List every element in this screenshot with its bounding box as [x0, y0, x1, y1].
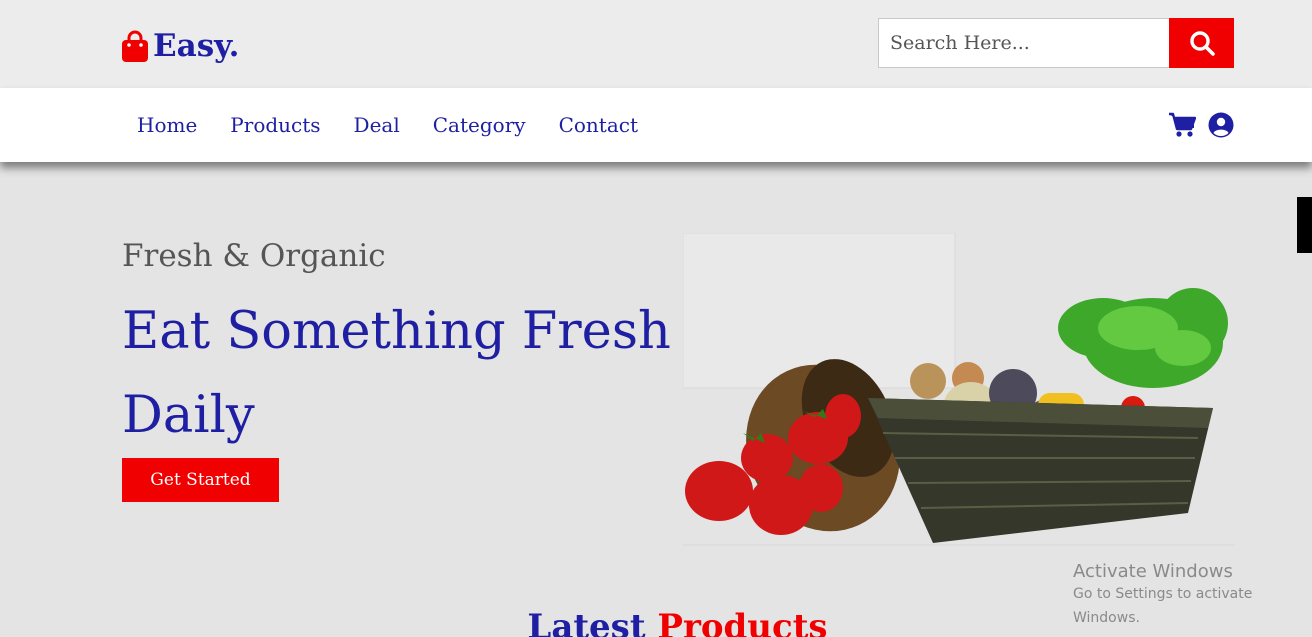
main-navbar: Home Products Deal Category Contact	[0, 88, 1312, 162]
search-input[interactable]	[878, 18, 1169, 68]
nav-link-products[interactable]: Products	[230, 112, 320, 138]
get-started-button[interactable]: Get Started	[122, 458, 279, 502]
brand-name: Easy.	[153, 28, 240, 64]
nav-link-deal[interactable]: Deal	[354, 112, 400, 138]
shopping-bag-icon	[122, 30, 148, 62]
search-button[interactable]	[1169, 18, 1234, 68]
nav-link-category[interactable]: Category	[433, 112, 526, 138]
fruits-vegetables-basket-image	[683, 233, 1235, 546]
cart-icon[interactable]	[1168, 112, 1196, 138]
watermark-title: Activate Windows	[1073, 561, 1233, 582]
user-icon[interactable]	[1208, 112, 1234, 138]
search-bar	[878, 18, 1234, 68]
side-feedback-tab[interactable]	[1297, 197, 1312, 253]
nav-link-contact[interactable]: Contact	[559, 112, 638, 138]
search-icon	[1189, 31, 1215, 56]
heading-part-latest: Latest	[527, 607, 646, 637]
top-bar: Easy.	[0, 0, 1312, 88]
hero-subtitle: Fresh & Organic	[122, 238, 386, 274]
hero-title: Eat Something Fresh Daily	[122, 302, 671, 445]
brand-logo[interactable]: Easy.	[121, 26, 239, 66]
nav-link-home[interactable]: Home	[137, 112, 197, 138]
heading-part-products: Products	[657, 607, 828, 637]
nav-links: Home Products Deal Category Contact	[137, 112, 671, 138]
latest-products-heading: Latest Products	[0, 605, 1312, 637]
